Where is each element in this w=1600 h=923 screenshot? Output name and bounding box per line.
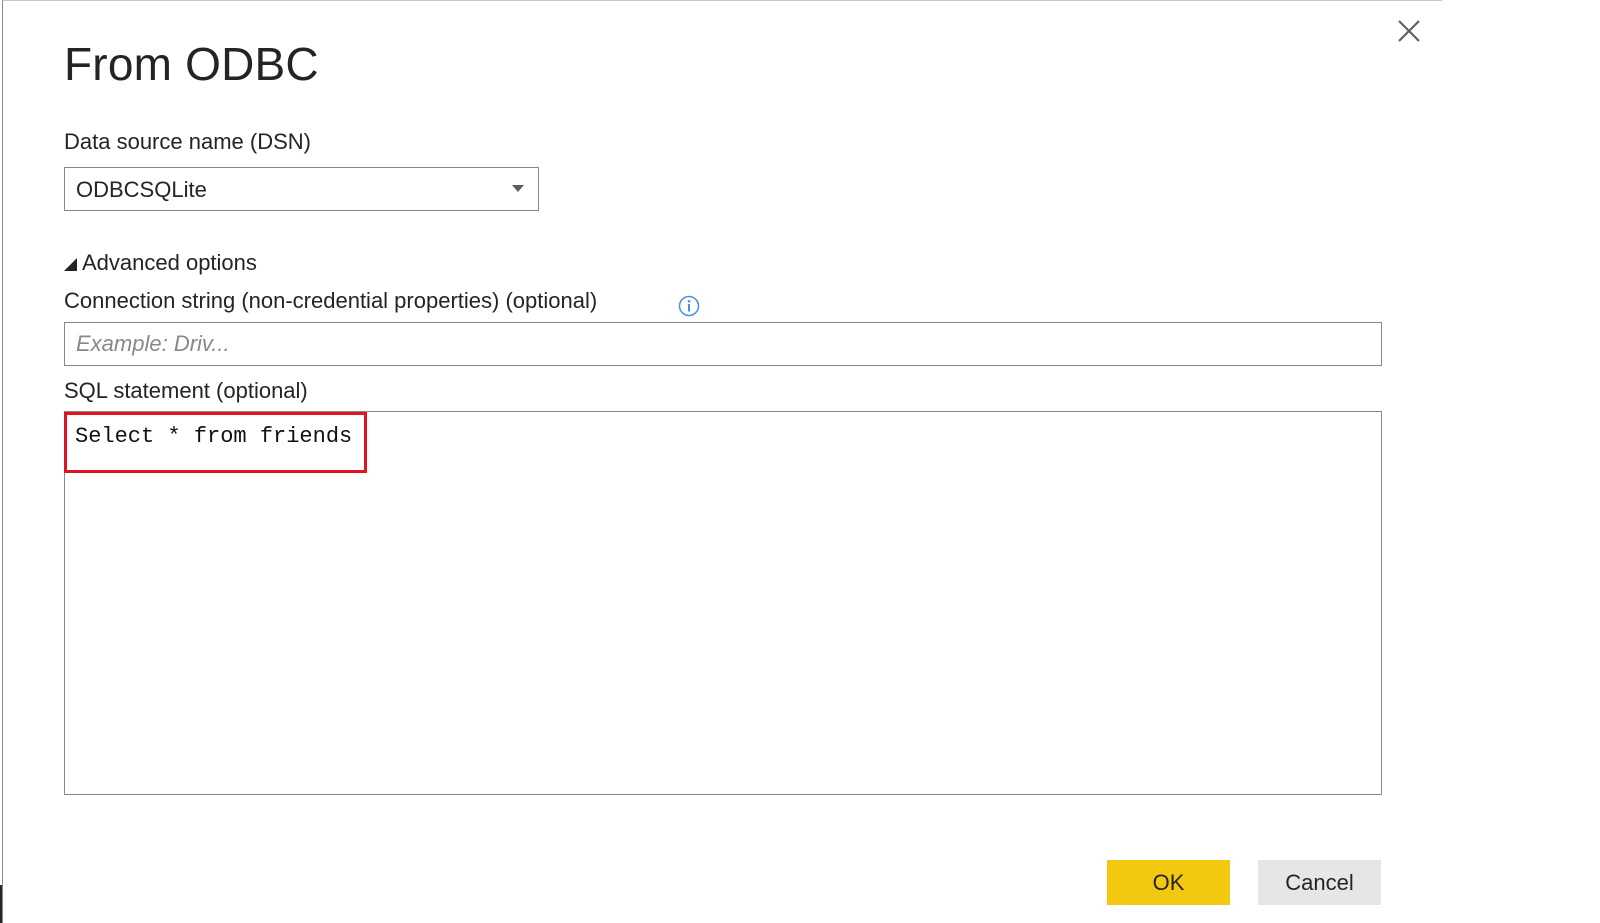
sql-statement-text: Select * from friends: [75, 424, 353, 449]
sql-statement-textarea[interactable]: Select * from friends: [64, 411, 1382, 795]
info-icon-graphic: [678, 295, 700, 317]
close-icon: [1398, 20, 1420, 42]
info-icon[interactable]: [678, 295, 700, 317]
chevron-down-icon: [512, 185, 524, 192]
cancel-button[interactable]: Cancel: [1258, 860, 1381, 905]
ok-button[interactable]: OK: [1107, 860, 1230, 905]
sql-statement-label: SQL statement (optional): [64, 378, 308, 403]
expanded-triangle-icon: [64, 257, 77, 271]
advanced-options-toggle[interactable]: Advanced options: [64, 248, 257, 278]
dsn-dropdown[interactable]: ODBCSQLite: [64, 167, 539, 211]
close-button[interactable]: [1389, 11, 1429, 51]
odbc-dialog: From ODBC Data source name (DSN) ODBCSQL…: [2, 0, 1442, 923]
dsn-label: Data source name (DSN): [64, 129, 311, 154]
dsn-selected-value: ODBCSQLite: [76, 177, 207, 202]
connection-string-label: Connection string (non-credential proper…: [64, 288, 598, 313]
advanced-options-label: Advanced options: [82, 250, 257, 275]
dialog-title: From ODBC: [64, 38, 319, 90]
connection-string-input[interactable]: [64, 322, 1382, 366]
